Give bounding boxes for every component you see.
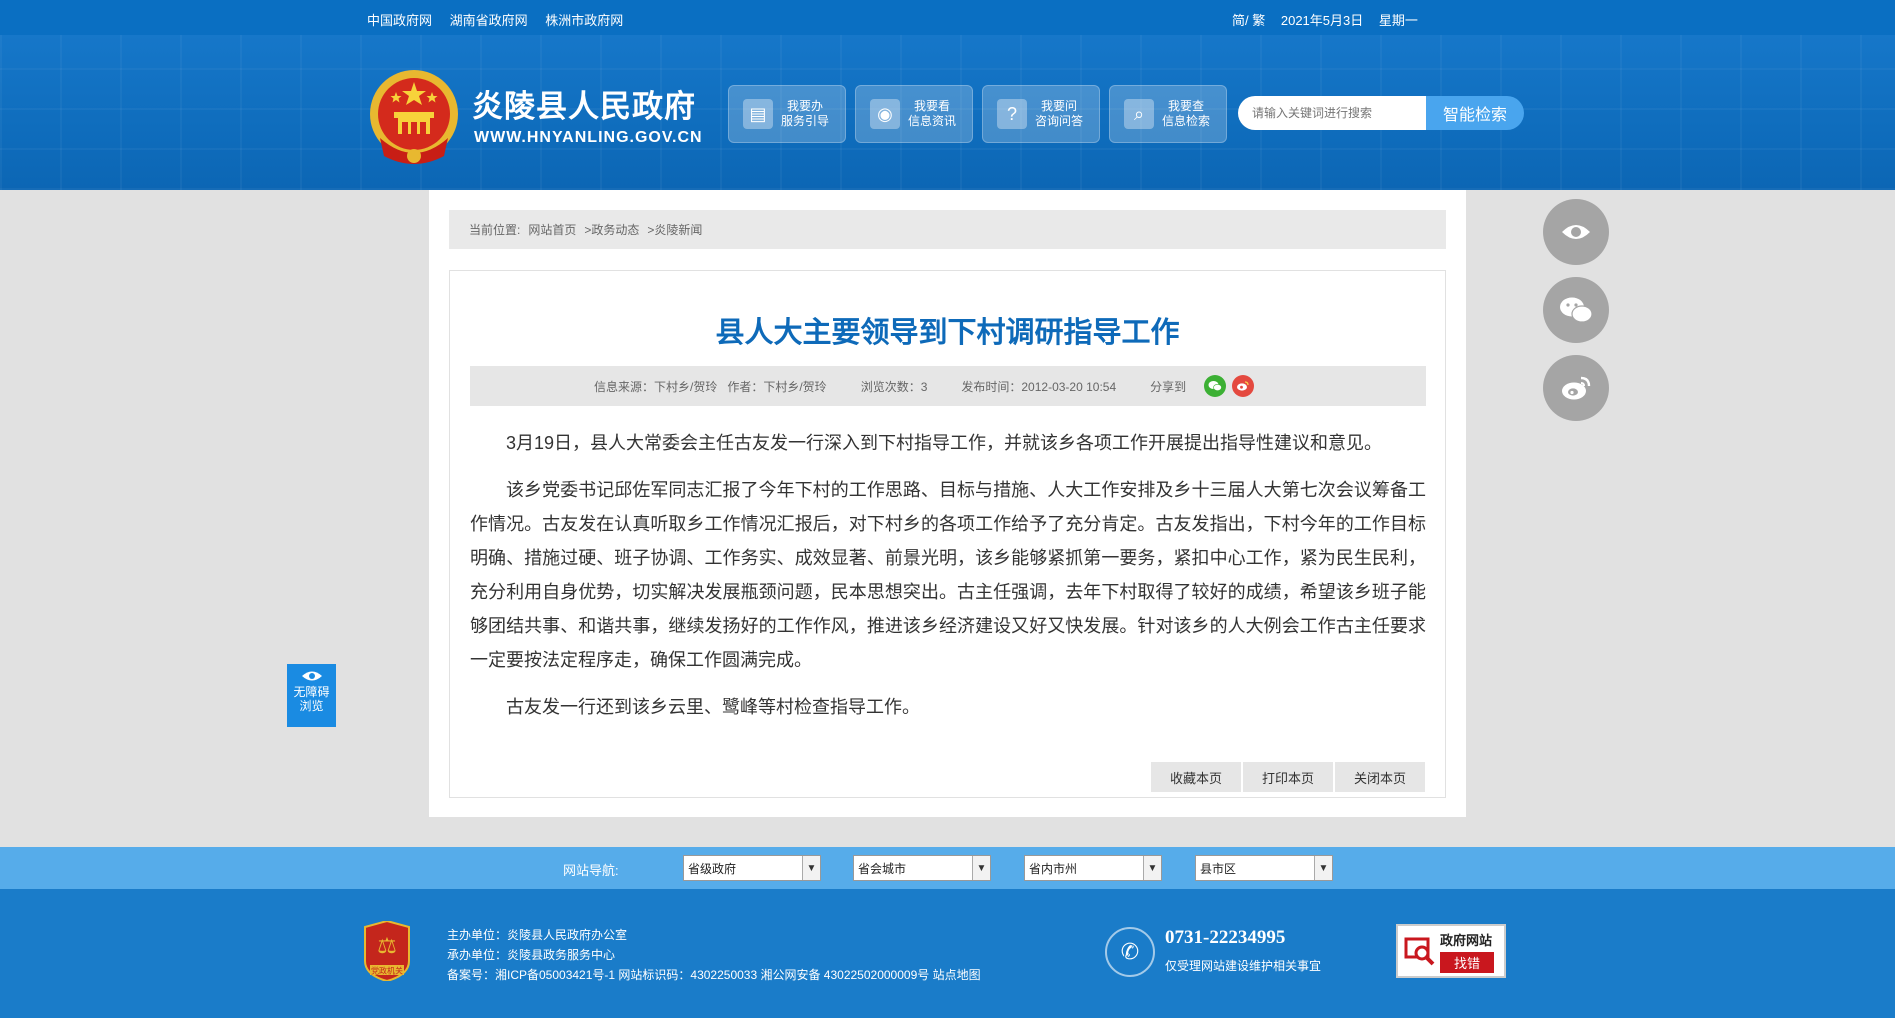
top-right: 简/ 繁 2021年5月3日 星期一 bbox=[1232, 10, 1430, 29]
magnifier-icon: ⌕ bbox=[1124, 99, 1154, 129]
site-nav-label: 网站导航: bbox=[563, 863, 619, 878]
service-line1: 我要问 bbox=[1041, 99, 1078, 113]
service-line1: 我要办 bbox=[787, 99, 824, 113]
wechat-icon bbox=[1560, 297, 1593, 323]
service-line1: 我要查 bbox=[1168, 99, 1205, 113]
link-zhuzhou-gov[interactable]: 株洲市政府网 bbox=[545, 13, 623, 28]
article-meta: 信息来源：下村乡/贺玲 作者：下村乡/贺玲 浏览次数：3 发布时间：2012-0… bbox=[470, 366, 1426, 406]
chevron-down-icon: ▼ bbox=[972, 856, 990, 880]
article: 县人大主要领导到下村调研指导工作 信息来源：下村乡/贺玲 作者：下村乡/贺玲 浏… bbox=[449, 270, 1446, 798]
float-eye-button[interactable] bbox=[1543, 199, 1609, 265]
meta-published: 发布时间：2012-03-20 10:54 bbox=[961, 379, 1117, 394]
eye-icon bbox=[1562, 225, 1590, 239]
current-weekday: 星期一 bbox=[1378, 13, 1418, 28]
national-emblem-icon bbox=[370, 70, 458, 164]
article-paragraph: 3月19日，县人大常委会主任古友发一行深入到下村指导工作，并就该乡各项工作开展提… bbox=[506, 433, 1383, 453]
chevron-down-icon: ▼ bbox=[802, 856, 820, 880]
search-input[interactable] bbox=[1238, 96, 1426, 130]
article-body: 3月19日，县人大常委会主任古友发一行深入到下村指导工作，并就该乡各项工作开展提… bbox=[470, 426, 1426, 737]
wechat-icon[interactable] bbox=[1204, 375, 1227, 397]
service-label-ask: 我要问 咨询问答 bbox=[1035, 99, 1083, 129]
search-button[interactable]: 智能检索 bbox=[1426, 96, 1524, 130]
article-paragraph: 该乡党委书记邱佐军同志汇报了今年下村的工作思路、目标与措施、人大工作安排及乡十三… bbox=[470, 480, 1426, 670]
service-label-search: 我要查 信息检索 bbox=[1162, 99, 1210, 129]
select-provincial-gov[interactable]: 省级政府 ▼ bbox=[683, 855, 821, 881]
err-line1: 政府网站 bbox=[1440, 932, 1493, 948]
magnifier-icon bbox=[1404, 937, 1435, 966]
breadcrumb-yanling-news[interactable]: >炎陵新闻 bbox=[647, 221, 702, 238]
service-line2: 服务引导 bbox=[781, 114, 830, 128]
report-error-button[interactable]: 政府网站 找错 bbox=[1396, 924, 1506, 978]
service-button-ask[interactable]: ? 我要问 咨询问答 bbox=[982, 85, 1100, 143]
select-value: 省级政府 bbox=[688, 861, 737, 876]
service-label-view: 我要看 信息资讯 bbox=[908, 99, 956, 129]
weibo-icon bbox=[1562, 376, 1591, 400]
footer-phone-note: 仅受理网站建设维护相关事宜 bbox=[1165, 959, 1322, 973]
main-content: 当前位置: 网站首页 >政务动态 >炎陵新闻 县人大主要领导到下村调研指导工作 … bbox=[429, 190, 1466, 817]
weibo-icon[interactable] bbox=[1232, 375, 1255, 397]
site-title[interactable]: 炎陵县人民政府 bbox=[472, 81, 696, 126]
chevron-down-icon: ▼ bbox=[1314, 856, 1332, 880]
eye-icon: ◉ bbox=[870, 99, 900, 129]
question-icon: ? bbox=[997, 99, 1027, 129]
phone-icon: ✆ bbox=[1105, 927, 1155, 977]
current-date: 2021年5月3日 bbox=[1280, 13, 1364, 28]
breadcrumb-prefix: 当前位置: bbox=[469, 223, 521, 237]
service-label-handle: 我要办 服务引导 bbox=[781, 99, 829, 129]
eye-icon bbox=[301, 671, 322, 681]
lang-switch[interactable]: 简/ 繁 bbox=[1232, 13, 1265, 28]
accessibility-line1: 无障碍 bbox=[293, 685, 330, 699]
float-wechat-button[interactable] bbox=[1543, 277, 1609, 343]
meta-author: 作者：下村乡/贺玲 bbox=[727, 379, 827, 394]
accessibility-line2: 浏览 bbox=[299, 699, 324, 713]
breadcrumb-news[interactable]: >政务动态 bbox=[584, 221, 639, 238]
service-line2: 咨询问答 bbox=[1035, 114, 1084, 128]
select-value: 省内市州 bbox=[1029, 861, 1078, 876]
link-hunan-gov[interactable]: 湖南省政府网 bbox=[450, 13, 528, 28]
service-button-view[interactable]: ◉ 我要看 信息资讯 bbox=[855, 85, 973, 143]
svg-text:⚖: ⚖ bbox=[377, 934, 397, 959]
meta-views: 浏览次数：3 bbox=[860, 379, 928, 394]
select-province-cities[interactable]: 省内市州 ▼ bbox=[1024, 855, 1162, 881]
service-button-search[interactable]: ⌕ 我要查 信息检索 bbox=[1109, 85, 1227, 143]
footer-host: 主办单位：炎陵县人民政府办公室 bbox=[447, 928, 628, 942]
print-page-button[interactable]: 打印本页 bbox=[1243, 762, 1333, 792]
select-value: 省会城市 bbox=[858, 861, 907, 876]
party-government-badge-icon[interactable]: ⚖ 党政机关 bbox=[361, 921, 413, 981]
badge-text: 党政机关 bbox=[371, 966, 403, 976]
article-actions: 收藏本页 打印本页 关闭本页 bbox=[1149, 762, 1425, 792]
meta-source: 信息来源：下村乡/贺玲 bbox=[594, 379, 718, 394]
site-footer: ⚖ 党政机关 主办单位：炎陵县人民政府办公室 承办单位：炎陵县政务服务中心 备案… bbox=[0, 889, 1895, 1018]
service-line2: 信息检索 bbox=[1162, 114, 1211, 128]
article-paragraph: 古友发一行还到该乡云里、鹭峰等村检查指导工作。 bbox=[506, 697, 920, 717]
select-value: 县市区 bbox=[1200, 861, 1237, 876]
footer-info: 主办单位：炎陵县人民政府办公室 承办单位：炎陵县政务服务中心 备案号：湘ICP备… bbox=[447, 925, 981, 985]
top-bar: 中国政府网 湖南省政府网 株洲市政府网 简/ 繁 2021年5月3日 星期一 bbox=[0, 0, 1895, 35]
close-page-button[interactable]: 关闭本页 bbox=[1335, 762, 1425, 792]
service-button-handle[interactable]: ▤ 我要办 服务引导 bbox=[728, 85, 846, 143]
footer-phone: 0731-22234995 bbox=[1165, 927, 1286, 948]
site-navigation-bar: 网站导航: 省级政府 ▼ 省会城市 ▼ 省内市州 ▼ 县市区 ▼ bbox=[0, 847, 1895, 889]
bookmark-page-button[interactable]: 收藏本页 bbox=[1151, 762, 1241, 792]
site-header: 炎陵县人民政府 WWW.HNYANLING.GOV.CN ▤ 我要办 服务引导 … bbox=[0, 35, 1895, 190]
service-line1: 我要看 bbox=[914, 99, 951, 113]
footer-record[interactable]: 备案号：湘ICP备05003421号-1 网站标识码：4302250033 湘公… bbox=[447, 965, 981, 985]
select-capital-cities[interactable]: 省会城市 ▼ bbox=[853, 855, 991, 881]
article-title: 县人大主要领导到下村调研指导工作 bbox=[715, 317, 1180, 349]
site-domain: WWW.HNYANLING.GOV.CN bbox=[474, 129, 703, 146]
footer-organizer: 承办单位：炎陵县政务服务中心 bbox=[447, 948, 616, 962]
err-line2: 找错 bbox=[1440, 951, 1495, 973]
float-weibo-button[interactable] bbox=[1543, 355, 1609, 421]
link-china-gov[interactable]: 中国政府网 bbox=[367, 13, 432, 28]
accessibility-button[interactable]: 无障碍 浏览 bbox=[287, 664, 336, 727]
chevron-down-icon: ▼ bbox=[1143, 856, 1161, 880]
select-counties[interactable]: 县市区 ▼ bbox=[1195, 855, 1333, 881]
document-icon: ▤ bbox=[743, 99, 773, 129]
breadcrumb: 当前位置: 网站首页 >政务动态 >炎陵新闻 bbox=[449, 210, 1446, 249]
breadcrumb-home[interactable]: 网站首页 bbox=[528, 221, 576, 238]
meta-share-label: 分享到 bbox=[1150, 379, 1187, 394]
top-links: 中国政府网 湖南省政府网 株洲市政府网 bbox=[367, 10, 637, 29]
service-line2: 信息资讯 bbox=[908, 114, 957, 128]
